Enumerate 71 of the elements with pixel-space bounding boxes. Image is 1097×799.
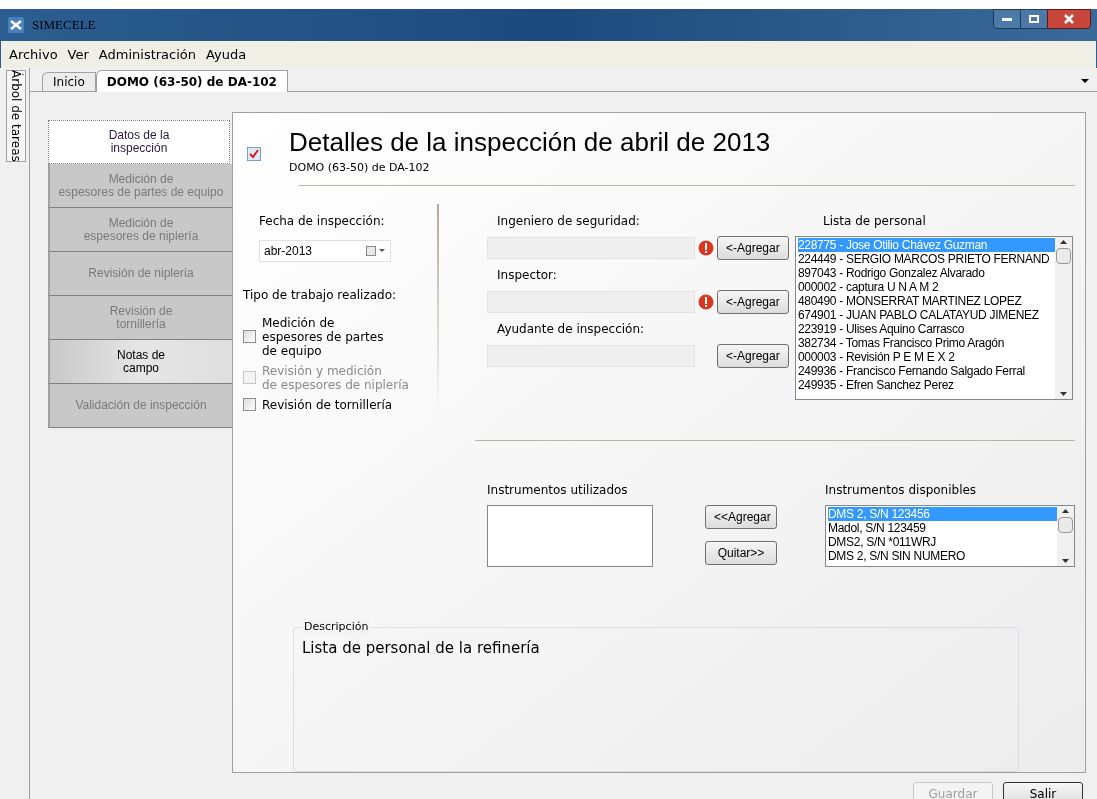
list-label: Instrumentos disponibles [825,481,978,499]
description-text: Lista de personal de la refinería [302,638,540,657]
checkbox[interactable] [243,330,256,343]
list-item[interactable]: 223919 - Ulises Aquino Carrasco [798,321,1055,336]
field-label: Ingeniero de seguridad: [497,212,641,230]
list-box[interactable]: DMS 2, S/N 123456 Madol, S/N 123459 DMS2, S/N *011WRJ DMS 2, S/N SIN NUMERO [825,504,1075,567]
list-item[interactable]: 897043 - Rodrigo Gonzalez Alvarado [798,265,1055,280]
document-tab[interactable]: Inicio [42,72,96,91]
menu-item[interactable]: Ver [67,44,89,65]
group-label: Descripción [302,618,371,635]
menu-item[interactable]: Administración [98,44,197,65]
up-arrow-icon [1062,508,1069,513]
scroll-thumb[interactable] [1056,247,1071,264]
list-item[interactable]: Madol, S/N 123459 [828,520,1057,535]
field-label: Tipo de trabajo realizado: [243,286,398,304]
document-tab[interactable]: DOMO (63-50) de DA-102 [95,70,288,92]
checkmark-icon [247,147,261,161]
close-button[interactable] [1047,9,1091,29]
menu-item[interactable]: Archivo [9,44,58,65]
down-arrow-icon [1062,558,1069,563]
list-item[interactable]: 224449 - SERGIO MARCOS PRIETO FERNAND [798,251,1055,266]
checkbox-label: Medición de espesores de partes de equipo [262,315,384,358]
add-button[interactable]: <<Agregar [705,504,777,529]
page-subtitle: DOMO (63-50) de DA-102 [289,160,431,176]
nav-item[interactable]: Datos de la inspección [48,120,230,164]
checkbox[interactable] [243,398,256,411]
date-picker[interactable]: abr-2013 [259,239,391,262]
scrollbar[interactable] [1055,236,1072,399]
up-arrow-icon [1060,239,1067,244]
scroll-thumb[interactable] [1058,516,1073,533]
list-item[interactable]: DMS 2, S/N SIN NUMERO [828,548,1057,563]
dropdown-arrow-icon[interactable] [1081,79,1089,83]
remove-button[interactable]: Quitar>> [705,540,777,565]
field-label: Fecha de inspección: [259,212,386,230]
nav-item[interactable]: Notas de campo [48,340,232,384]
list-label: Lista de personal [823,212,927,230]
list-item[interactable]: 000003 - Revisión P E M E X 2 [798,349,1055,364]
add-button[interactable]: <-Agregar [717,343,789,368]
field-label: Ayudante de inspección: [497,320,646,338]
scrollbar[interactable] [1057,505,1074,566]
exit-button[interactable]: Salir [1003,782,1083,799]
text-field[interactable] [487,290,695,313]
window-title: SIMECELE [32,16,96,35]
list-box[interactable] [795,235,1073,400]
close-icon [1064,14,1074,24]
checkbox-label: Revisión de tornillería [262,397,393,412]
calendar-icon [366,245,386,256]
add-button[interactable]: <-Agregar [717,235,789,260]
down-arrow-icon [1060,391,1067,396]
app-logo-icon [8,17,24,33]
add-button[interactable]: <-Agregar [717,289,789,314]
list-item[interactable]: 382734 - Tomas Francisco Primo Aragón [798,335,1055,350]
minimize-button[interactable] [993,9,1021,29]
list-item[interactable]: 674901 - JUAN PABLO CALATAYUD JIMENEZ [798,307,1055,322]
text-field[interactable] [487,236,695,259]
error-icon [698,239,714,256]
list-item[interactable]: 249936 - Francisco Fernando Salgado Ferral [798,363,1055,378]
side-tab[interactable]: Árbol de tareas [6,70,26,162]
list-item[interactable]: 000002 - captura U N A M 2 [798,279,1055,294]
list-item[interactable]: DMS2, S/N *011WRJ [828,534,1057,549]
page-title: Detalles de la inspección de abril de 2013 [289,127,771,157]
list-item[interactable]: 249935 - Efren Sanchez Perez [798,377,1055,392]
error-icon [698,293,714,310]
list-label: Instrumentos utilizados [487,481,629,499]
maximize-button[interactable] [1021,9,1047,29]
list-item[interactable]: 480490 - MONSERRAT MARTINEZ LOPEZ [798,293,1055,308]
checkbox-label: Revisión y medición de espesores de niplería [262,363,409,392]
menu-item[interactable]: Ayuda [206,44,247,65]
minimize-icon [1002,17,1012,21]
maximize-icon [1029,15,1039,23]
field-label: Inspector: [497,266,558,284]
